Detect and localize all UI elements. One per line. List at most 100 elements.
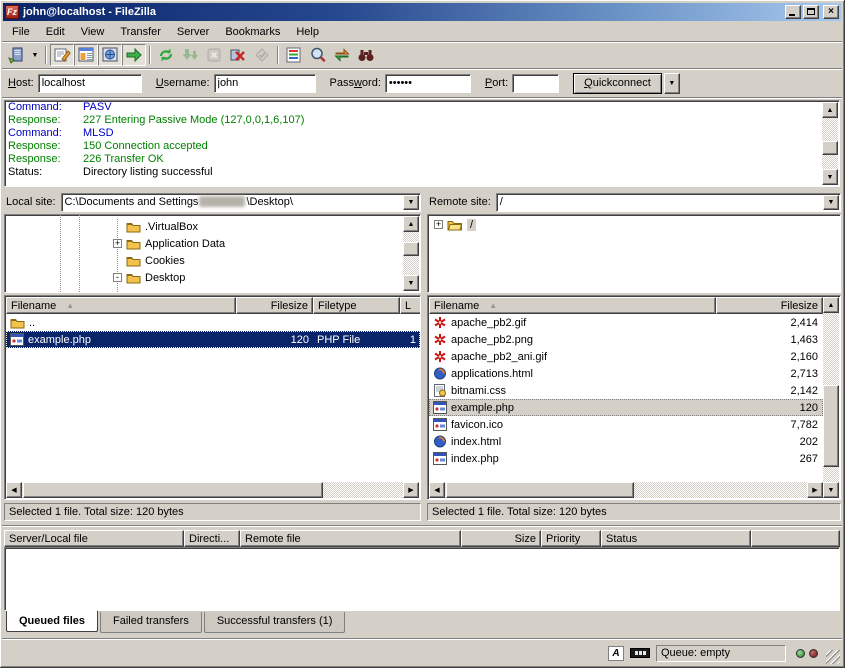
- site-manager-dropdown-button[interactable]: ▼: [28, 44, 42, 66]
- compare-directories-button[interactable]: [306, 44, 330, 66]
- file-row-parent-dir[interactable]: ..: [6, 314, 420, 331]
- file-row[interactable]: apache_pb2.gif 2,414: [429, 314, 823, 331]
- transfer-queue-icon: [125, 46, 143, 64]
- speed-limits-icon[interactable]: [630, 648, 650, 658]
- file-row[interactable]: favicon.ico 7,782: [429, 416, 823, 433]
- tab-failed-transfers[interactable]: Failed transfers: [100, 612, 202, 633]
- scroll-right-button[interactable]: ▶: [403, 482, 419, 498]
- scroll-down-button[interactable]: ▼: [822, 169, 838, 185]
- scroll-left-button[interactable]: ◀: [6, 482, 22, 498]
- file-row[interactable]: bitnami.css 2,142: [429, 382, 823, 399]
- column-header-filesize[interactable]: Filesize: [716, 297, 823, 314]
- close-button[interactable]: ×: [823, 5, 839, 19]
- queue-column-priority[interactable]: Priority: [541, 530, 601, 547]
- folder-icon: [126, 271, 141, 284]
- remote-list-hscrollbar[interactable]: ◀ ▶: [429, 482, 823, 498]
- scroll-left-button[interactable]: ◀: [429, 482, 445, 498]
- file-row-example-php[interactable]: example.php 120: [429, 399, 823, 416]
- quickconnect-dropdown-button[interactable]: ▼: [664, 73, 680, 94]
- password-input[interactable]: [385, 74, 471, 93]
- column-header-filename[interactable]: Filename▲: [6, 297, 236, 314]
- local-list-hscrollbar[interactable]: ◀ ▶: [6, 482, 419, 498]
- transfer-type-ascii-icon[interactable]: A: [608, 646, 624, 661]
- toggle-transfer-queue-button[interactable]: [122, 44, 146, 66]
- file-row[interactable]: apache_pb2_ani.gif 2,160: [429, 348, 823, 365]
- column-header-filetype[interactable]: Filetype: [313, 297, 400, 314]
- combo-dropdown-button[interactable]: ▼: [823, 195, 839, 210]
- find-files-button[interactable]: [354, 44, 378, 66]
- queue-list-area[interactable]: [4, 547, 840, 611]
- file-size: 2,142: [716, 382, 822, 399]
- scroll-thumb[interactable]: [446, 482, 634, 498]
- quickconnect-button[interactable]: Quickconnect: [573, 73, 662, 94]
- site-manager-button[interactable]: [4, 44, 28, 66]
- filezilla-app-icon[interactable]: Fz: [5, 5, 19, 19]
- host-input[interactable]: [38, 74, 142, 93]
- tree-item-virtualbox[interactable]: .VirtualBox: [113, 218, 402, 235]
- html-browser-icon: [433, 435, 447, 448]
- file-row-example-php[interactable]: example.php 120 PHP File 1: [6, 331, 420, 348]
- expand-icon[interactable]: +: [434, 220, 443, 229]
- tab-queued-files[interactable]: Queued files: [6, 611, 98, 632]
- tree-item-root[interactable]: + /: [428, 215, 840, 232]
- window-resize-grip[interactable]: [826, 650, 840, 664]
- scroll-thumb[interactable]: [403, 242, 419, 256]
- file-row[interactable]: index.php 267: [429, 450, 823, 467]
- cancel-operation-button[interactable]: [202, 44, 226, 66]
- toggle-local-tree-button[interactable]: [74, 44, 98, 66]
- tree-item-cookies[interactable]: Cookies: [113, 252, 402, 269]
- scroll-up-button[interactable]: ▲: [823, 297, 839, 313]
- combo-dropdown-button[interactable]: ▼: [403, 195, 419, 210]
- directory-filters-button[interactable]: [282, 44, 306, 66]
- remote-site-combo[interactable]: / ▼: [496, 193, 841, 212]
- expand-icon[interactable]: +: [113, 239, 122, 248]
- menu-help[interactable]: Help: [288, 25, 327, 39]
- toggle-remote-tree-button[interactable]: [98, 44, 122, 66]
- column-header-filesize[interactable]: Filesize: [236, 297, 313, 314]
- scroll-up-button[interactable]: ▲: [822, 102, 838, 118]
- queue-column-remote-file[interactable]: Remote file: [240, 530, 461, 547]
- tab-successful-transfers[interactable]: Successful transfers (1): [204, 612, 346, 633]
- reconnect-button[interactable]: [250, 44, 274, 66]
- collapse-icon[interactable]: -: [113, 273, 122, 282]
- scroll-right-button[interactable]: ▶: [807, 482, 823, 498]
- log-scrollbar[interactable]: ▲ ▼: [822, 102, 838, 185]
- scroll-down-button[interactable]: ▼: [403, 275, 419, 291]
- minimize-button[interactable]: [785, 5, 801, 19]
- maximize-button[interactable]: [803, 5, 819, 19]
- title-bar[interactable]: Fz john@localhost - FileZilla ×: [3, 3, 841, 21]
- menu-server[interactable]: Server: [169, 25, 217, 39]
- menu-view[interactable]: View: [73, 25, 113, 39]
- apache-feather-icon: [433, 316, 447, 329]
- tree-item-application-data[interactable]: + Application Data: [113, 235, 402, 252]
- local-site-combo[interactable]: C:\Documents and Settings\Desktop\ ▼: [61, 193, 421, 212]
- process-queue-button[interactable]: [178, 44, 202, 66]
- queue-column-local-file[interactable]: Server/Local file: [4, 530, 184, 547]
- tree-item-desktop[interactable]: - Desktop: [113, 269, 402, 286]
- port-input[interactable]: [512, 74, 559, 93]
- menu-file[interactable]: File: [4, 25, 38, 39]
- menu-bookmarks[interactable]: Bookmarks: [217, 25, 288, 39]
- file-row[interactable]: index.html 202: [429, 433, 823, 450]
- disconnect-button[interactable]: [226, 44, 250, 66]
- queue-column-size[interactable]: Size: [461, 530, 541, 547]
- refresh-button[interactable]: [154, 44, 178, 66]
- column-header-modified[interactable]: L: [400, 297, 421, 314]
- toggle-message-log-button[interactable]: [50, 44, 74, 66]
- local-tree-scrollbar[interactable]: ▲ ▼: [403, 216, 419, 291]
- menu-edit[interactable]: Edit: [38, 25, 73, 39]
- queue-column-status[interactable]: Status: [601, 530, 751, 547]
- remote-list-scrollbar[interactable]: ▲ ▼: [823, 297, 839, 498]
- file-row[interactable]: apache_pb2.png 1,463: [429, 331, 823, 348]
- scroll-thumb[interactable]: [23, 482, 323, 498]
- column-header-filename[interactable]: Filename▲: [429, 297, 716, 314]
- file-row[interactable]: applications.html 2,713: [429, 365, 823, 382]
- scroll-up-button[interactable]: ▲: [403, 216, 419, 232]
- synchronized-browsing-button[interactable]: [330, 44, 354, 66]
- menu-transfer[interactable]: Transfer: [112, 25, 169, 39]
- scroll-thumb[interactable]: [822, 141, 838, 155]
- queue-column-direction[interactable]: Directi...: [184, 530, 240, 547]
- username-input[interactable]: [214, 74, 316, 93]
- scroll-down-button[interactable]: ▼: [823, 482, 839, 498]
- scroll-thumb[interactable]: [823, 385, 839, 467]
